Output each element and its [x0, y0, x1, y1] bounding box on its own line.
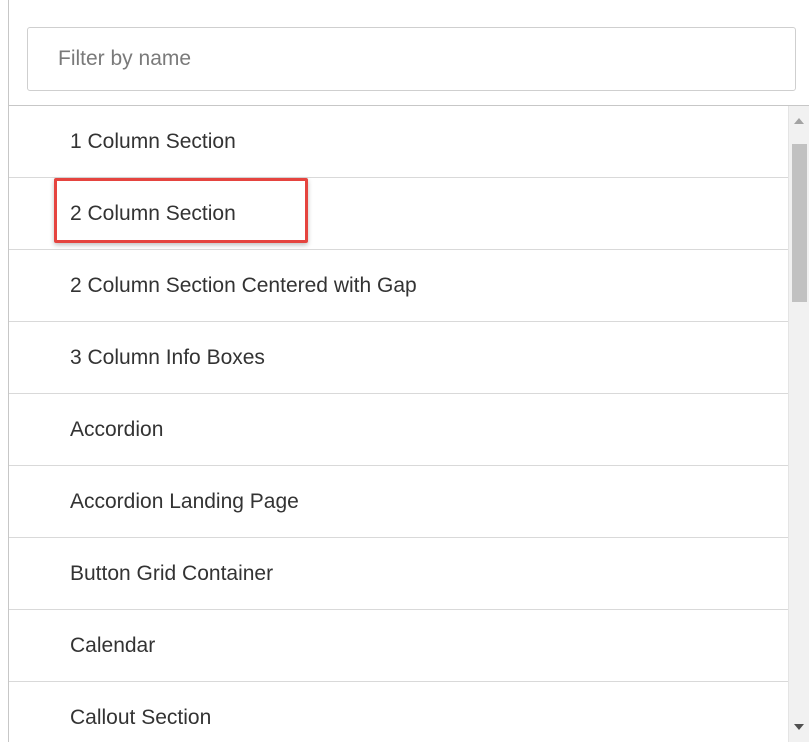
filter-bar: [9, 0, 809, 106]
list-item-label: 3 Column Info Boxes: [70, 345, 265, 369]
list-item[interactable]: Accordion: [9, 394, 788, 466]
list-item[interactable]: Calendar: [9, 610, 788, 682]
list-item-label: Callout Section: [70, 705, 212, 729]
list-item[interactable]: 1 Column Section: [9, 106, 788, 178]
list-item-label: Calendar: [70, 633, 156, 657]
list-item[interactable]: Accordion Landing Page: [9, 466, 788, 538]
filter-input[interactable]: [27, 27, 796, 91]
vertical-scrollbar[interactable]: [788, 106, 809, 742]
scrollbar-thumb[interactable]: [792, 144, 807, 302]
list-area: 1 Column Section 2 Column Section 2 Colu…: [9, 106, 809, 742]
list-item-label: 2 Column Section Centered with Gap: [70, 273, 417, 297]
list-item[interactable]: 2 Column Section: [9, 178, 788, 250]
list-item-label: Accordion: [70, 417, 164, 441]
list-item[interactable]: 3 Column Info Boxes: [9, 322, 788, 394]
list-item[interactable]: Button Grid Container: [9, 538, 788, 610]
list-item-label: Accordion Landing Page: [70, 489, 299, 513]
list-item[interactable]: Callout Section: [9, 682, 788, 742]
template-picker-panel: 1 Column Section 2 Column Section 2 Colu…: [8, 0, 809, 742]
list-item-label: 1 Column Section: [70, 129, 236, 153]
list-item-label: 2 Column Section: [70, 201, 236, 225]
scroll-down-arrow-icon[interactable]: [794, 724, 804, 730]
scroll-up-arrow-icon[interactable]: [794, 118, 804, 124]
list-item[interactable]: 2 Column Section Centered with Gap: [9, 250, 788, 322]
template-list: 1 Column Section 2 Column Section 2 Colu…: [9, 106, 788, 742]
list-item-label: Button Grid Container: [70, 561, 274, 585]
